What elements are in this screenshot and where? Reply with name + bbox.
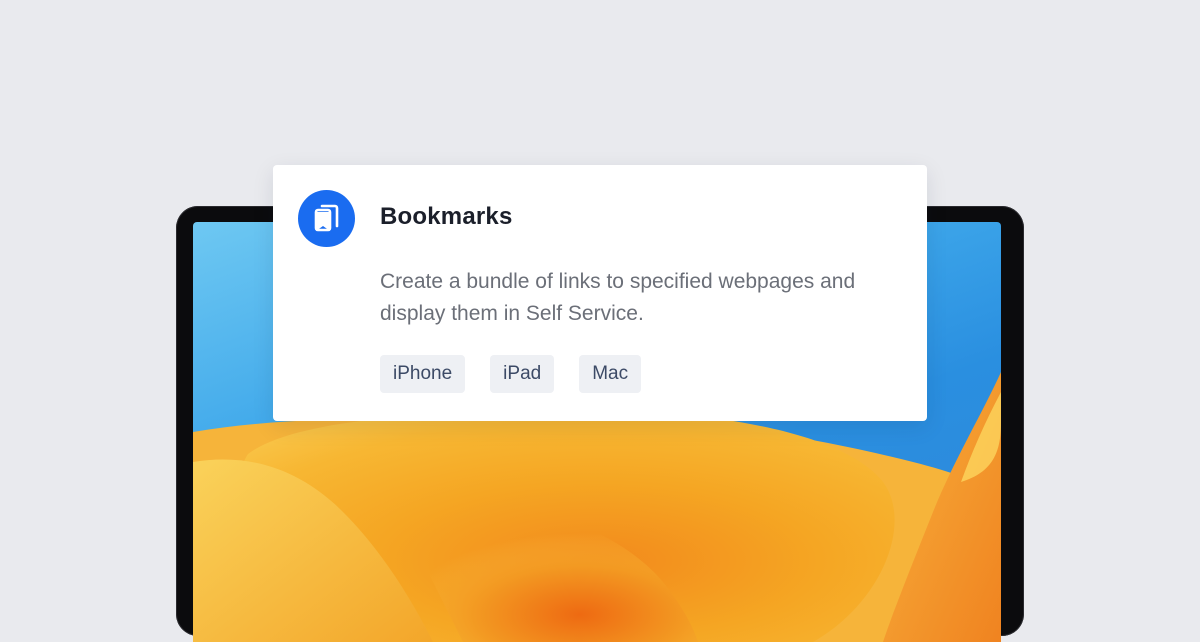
tag-mac: Mac [579,355,642,393]
card-description: Create a bundle of links to specified we… [380,270,856,325]
tag-iphone: iPhone [380,355,466,393]
feature-card[interactable]: Bookmarks Create a bundle of links to sp… [273,165,927,421]
card-title: Bookmarks [380,203,513,230]
bookmark-icon [298,190,355,247]
platform-tags: iPhone iPad Mac [380,355,642,393]
tag-ipad: iPad [490,355,555,393]
